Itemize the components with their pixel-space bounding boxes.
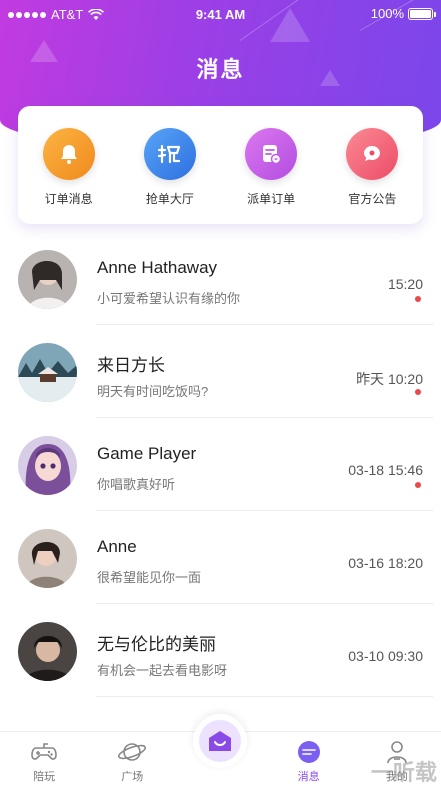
tab-square[interactable]: 广场 bbox=[96, 732, 168, 791]
bottom-tab-bar: 陪玩 广场 消息 我的 bbox=[0, 714, 441, 791]
conversation-item[interactable]: 来日方长 明天有时间吃饭吗? 昨天 10:20 bbox=[0, 325, 441, 418]
unread-dot bbox=[415, 482, 421, 488]
conversation-time: 03-18 15:46 bbox=[348, 462, 423, 478]
quick-action-order-messages[interactable]: 订单消息 bbox=[24, 128, 114, 207]
tab-label: 我的 bbox=[385, 771, 408, 783]
quick-action-label: 抢单大厅 bbox=[145, 192, 194, 206]
conversation-name: Game Player bbox=[97, 444, 197, 463]
avatar bbox=[18, 622, 77, 681]
conversation-time: 15:20 bbox=[387, 276, 423, 292]
quick-action-label: 订单消息 bbox=[44, 192, 93, 206]
page-title: 消息 bbox=[196, 57, 245, 82]
home-smile-icon bbox=[209, 731, 232, 751]
conversation-name: Anne Hathaway bbox=[97, 258, 218, 277]
conversation-time: 03-16 18:20 bbox=[348, 555, 423, 571]
quick-action-grab-hall[interactable]: 抢单大厅 bbox=[125, 128, 215, 207]
conversation-name: 无与伦比的美丽 bbox=[97, 635, 216, 654]
center-action bbox=[184, 714, 256, 791]
unread-dot bbox=[415, 389, 421, 395]
conversation-preview: 明天有时间吃饭吗? bbox=[97, 384, 209, 399]
planet-icon bbox=[117, 738, 147, 766]
quick-action-announcements[interactable]: 官方公告 bbox=[327, 128, 417, 207]
grab-order-icon bbox=[143, 128, 196, 180]
tab-profile[interactable]: 我的 bbox=[361, 732, 433, 791]
center-action-button[interactable] bbox=[193, 714, 248, 768]
avatar bbox=[18, 250, 77, 309]
announcement-icon bbox=[346, 128, 399, 180]
dispatch-order-icon bbox=[245, 128, 298, 180]
avatar bbox=[18, 436, 77, 495]
conversation-name: Anne bbox=[97, 537, 137, 556]
tab-messages[interactable]: 消息 bbox=[273, 732, 345, 791]
tab-label: 陪玩 bbox=[33, 771, 56, 783]
profile-icon bbox=[382, 738, 412, 766]
gamepad-icon bbox=[29, 738, 59, 766]
tab-companion[interactable]: 陪玩 bbox=[8, 732, 80, 791]
unread-dot bbox=[415, 296, 421, 302]
conversation-item[interactable]: Game Player 你唱歌真好听 03-18 15:46 bbox=[0, 418, 441, 511]
conversation-list: Anne Hathaway 小可爱希望认识有缘的你 15:20 来日方长 明天有… bbox=[0, 232, 441, 697]
quick-action-dispatch-orders[interactable]: 派单订单 bbox=[226, 128, 316, 207]
conversation-item[interactable]: 无与伦比的美丽 有机会一起去看电影呀 03-10 09:30 bbox=[0, 604, 441, 697]
tab-label: 广场 bbox=[121, 771, 144, 783]
conversation-preview: 很希望能见你一面 bbox=[97, 570, 202, 585]
tab-label: 消息 bbox=[297, 771, 320, 783]
conversation-item[interactable]: Anne Hathaway 小可爱希望认识有缘的你 15:20 bbox=[0, 232, 441, 325]
avatar bbox=[18, 529, 77, 588]
avatar bbox=[18, 343, 77, 402]
message-icon bbox=[294, 738, 324, 766]
battery-icon bbox=[408, 7, 436, 20]
quick-action-label: 官方公告 bbox=[348, 192, 397, 206]
conversation-preview: 你唱歌真好听 bbox=[97, 477, 176, 492]
divider bbox=[96, 696, 433, 697]
battery-percent: 100% bbox=[370, 6, 404, 21]
conversation-preview: 有机会一起去看电影呀 bbox=[97, 663, 228, 678]
bell-icon bbox=[42, 128, 95, 180]
conversation-item[interactable]: Anne 很希望能见你一面 03-16 18:20 bbox=[0, 511, 441, 604]
quick-actions-card: 订单消息 抢单大厅 派单订单 官方公告 bbox=[18, 106, 423, 224]
conversation-time: 03-10 09:30 bbox=[348, 648, 423, 664]
conversation-time: 昨天 10:20 bbox=[356, 371, 423, 387]
quick-action-label: 派单订单 bbox=[247, 192, 296, 206]
status-bar: AT&T 9:41 AM 100% bbox=[0, 0, 441, 28]
conversation-name: 来日方长 bbox=[97, 356, 165, 375]
conversation-preview: 小可爱希望认识有缘的你 bbox=[97, 291, 241, 306]
